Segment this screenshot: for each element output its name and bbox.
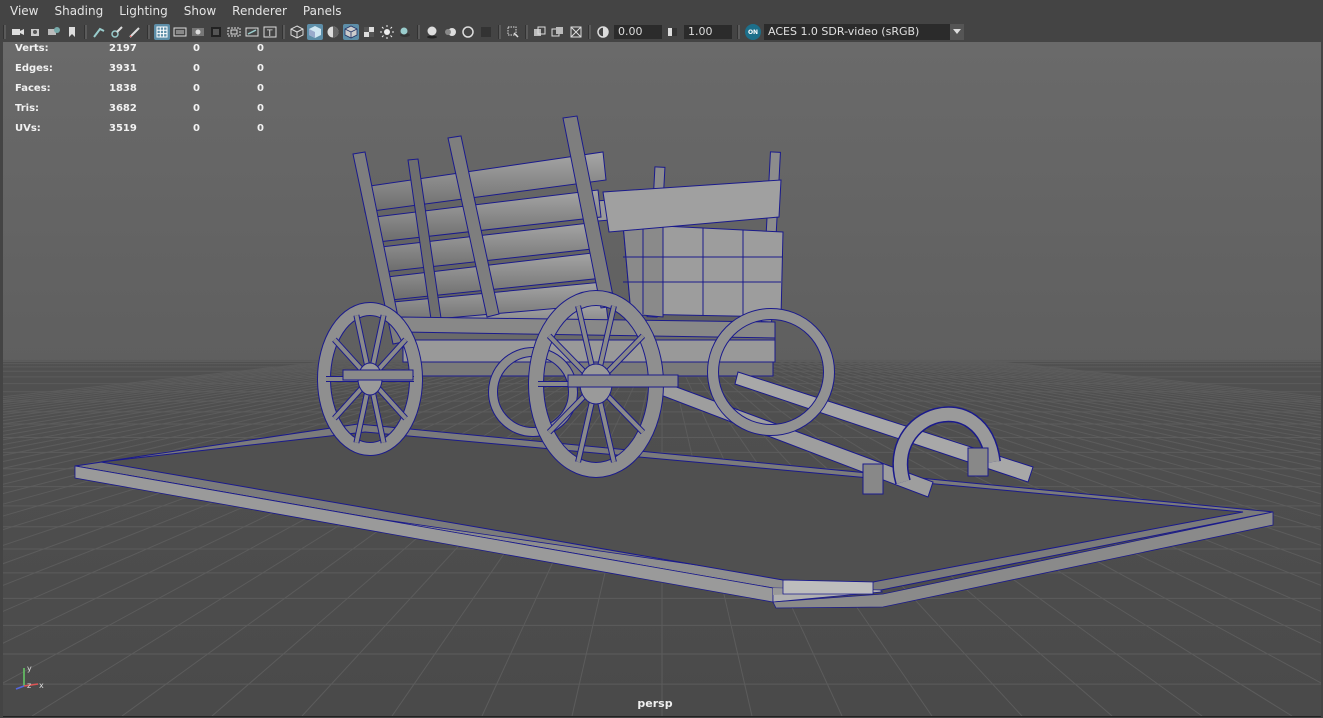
shadows-icon[interactable] xyxy=(397,24,413,40)
film-gate-icon[interactable] xyxy=(172,24,188,40)
hud-value: 1838 xyxy=(109,83,137,94)
perspective-viewport[interactable] xyxy=(3,42,1321,717)
toolbar-separator xyxy=(525,25,528,39)
hud-label: Verts: xyxy=(15,43,49,54)
hud-value: 0 xyxy=(193,43,200,54)
resolution-gate-icon[interactable] xyxy=(190,24,206,40)
toolbar-separator xyxy=(588,25,591,39)
hud-value: 0 xyxy=(193,63,200,74)
hud-value: 0 xyxy=(193,123,200,134)
use-all-lights-icon[interactable] xyxy=(379,24,395,40)
color-management-toggle[interactable]: ON xyxy=(745,24,761,40)
color-space-value: ACES 1.0 SDR-video (sRGB) xyxy=(768,25,920,38)
hud-value: 3682 xyxy=(109,103,137,114)
textured-icon[interactable] xyxy=(361,24,377,40)
menu-shading[interactable]: Shading xyxy=(46,0,111,22)
camera-name-label: persp xyxy=(637,697,673,710)
xray-joints-icon[interactable] xyxy=(550,24,566,40)
default-material-icon[interactable] xyxy=(325,24,341,40)
chevron-down-icon[interactable] xyxy=(950,24,964,40)
exposure-icon[interactable] xyxy=(595,24,611,40)
select-camera-icon[interactable] xyxy=(10,24,26,40)
safe-title-icon[interactable]: T xyxy=(262,24,278,40)
screen-space-ao-icon[interactable] xyxy=(424,24,440,40)
smooth-shade-icon[interactable] xyxy=(307,24,323,40)
hud-value: 0 xyxy=(257,103,264,114)
gate-mask-icon[interactable] xyxy=(208,24,224,40)
xray-components-icon[interactable] xyxy=(568,24,584,40)
bookmarks-icon[interactable] xyxy=(46,24,62,40)
toolbar-separator xyxy=(417,25,420,39)
hud-value: 0 xyxy=(193,103,200,114)
grid-icon[interactable] xyxy=(154,24,170,40)
two-d-pan-zoom-icon[interactable] xyxy=(91,24,107,40)
gamma-icon[interactable] xyxy=(665,24,681,40)
hud-value: 3931 xyxy=(109,63,137,74)
toolbar-separator xyxy=(84,25,87,39)
toolbar-separator xyxy=(3,25,6,39)
toolbar-separator xyxy=(737,25,740,39)
maya-viewport-panel: View Shading Lighting Show Renderer Pane… xyxy=(0,0,1323,718)
menu-view[interactable]: View xyxy=(0,0,46,22)
color-space-select[interactable]: ACES 1.0 SDR-video (sRGB) xyxy=(764,24,964,40)
camera-attributes-icon[interactable] xyxy=(28,24,44,40)
pencil-icon[interactable] xyxy=(127,24,143,40)
wireframe-on-shaded-icon[interactable] xyxy=(343,24,359,40)
panel-toolbar: T 0.00 1.00 ON ACES 1.0 SDR-video (sRGB) xyxy=(0,22,1323,42)
axis-label-z: z xyxy=(27,681,31,690)
gamma-field[interactable]: 1.00 xyxy=(684,25,732,39)
hud-value: 0 xyxy=(257,83,264,94)
axis-label-y: y xyxy=(27,664,32,673)
hud-value: 0 xyxy=(257,63,264,74)
toolbar-separator xyxy=(282,25,285,39)
wireframe-icon[interactable] xyxy=(289,24,305,40)
hud-label: Faces: xyxy=(15,83,51,94)
axis-label-x: x xyxy=(39,681,44,690)
hud-value: 2197 xyxy=(109,43,137,54)
safe-action-icon[interactable] xyxy=(244,24,260,40)
multisample-aa-icon[interactable] xyxy=(460,24,476,40)
exposure-field[interactable]: 0.00 xyxy=(614,25,662,39)
axis-gizmo-icon: y x z xyxy=(15,664,44,690)
image-plane-icon[interactable] xyxy=(64,24,80,40)
toolbar-separator xyxy=(498,25,501,39)
xray-icon[interactable] xyxy=(532,24,548,40)
motion-blur-icon[interactable] xyxy=(442,24,458,40)
hud-value: 0 xyxy=(257,123,264,134)
menu-panels[interactable]: Panels xyxy=(295,0,350,22)
field-chart-icon[interactable] xyxy=(226,24,242,40)
depth-of-field-icon[interactable] xyxy=(478,24,494,40)
hud-label: Edges: xyxy=(15,63,53,74)
hud-value: 0 xyxy=(257,43,264,54)
isolate-select-icon[interactable] xyxy=(505,24,521,40)
menu-show[interactable]: Show xyxy=(176,0,224,22)
toolbar-separator xyxy=(147,25,150,39)
hud-value: 0 xyxy=(193,83,200,94)
svg-text:T: T xyxy=(266,29,273,39)
menu-lighting[interactable]: Lighting xyxy=(111,0,176,22)
panel-menu-bar: View Shading Lighting Show Renderer Pane… xyxy=(0,0,1323,22)
grease-pencil-icon[interactable] xyxy=(109,24,125,40)
hud-label: Tris: xyxy=(15,103,40,114)
menu-renderer[interactable]: Renderer xyxy=(224,0,295,22)
hud-label: UVs: xyxy=(15,123,41,134)
viewport-scene xyxy=(3,42,1321,716)
hud-value: 3519 xyxy=(109,123,137,134)
